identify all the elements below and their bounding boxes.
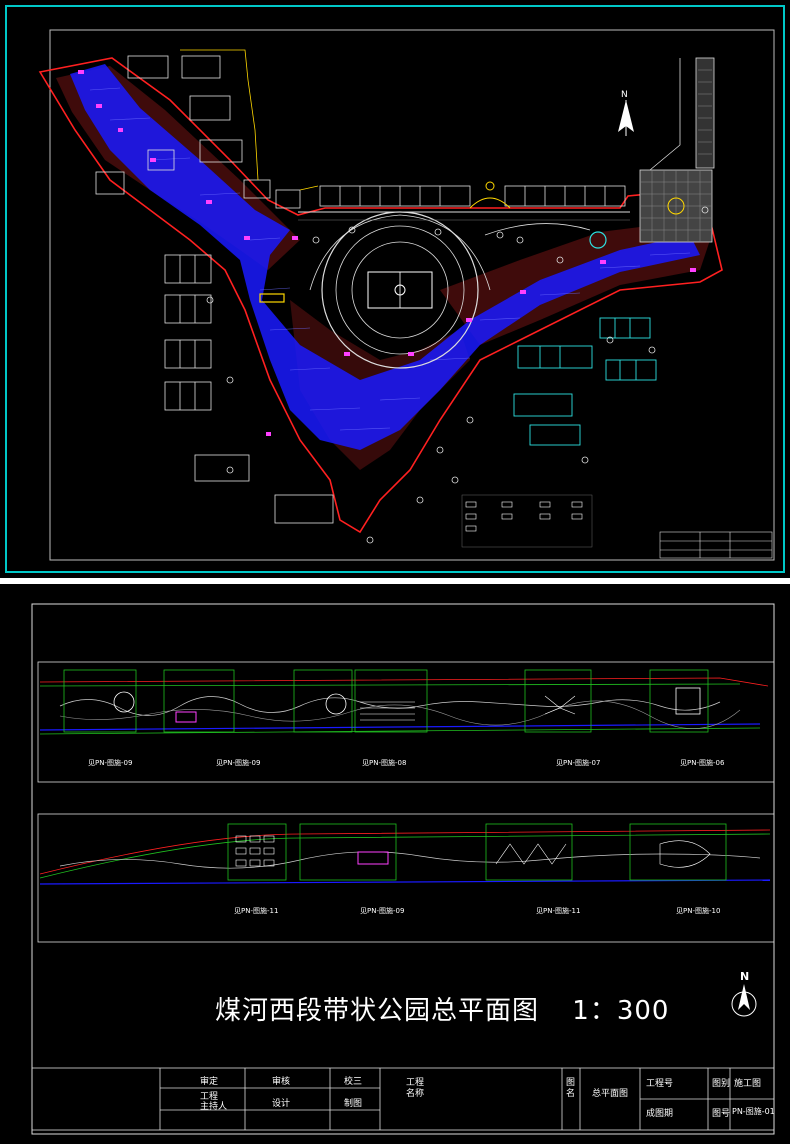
detail-tag: 见PN-图施-11: [234, 907, 279, 915]
detail-tag: 见PN-图施-09: [216, 759, 261, 767]
detail-tag: 见PN-图施-06: [680, 759, 725, 767]
north-label-top: N: [621, 90, 628, 100]
title-block-small: [659, 531, 773, 559]
building-row-north: [319, 185, 626, 207]
tb-tu-ming: 图 名: [566, 1078, 576, 1099]
tb-tu-hao-value: PN-图施-01: [732, 1107, 775, 1116]
tb-tu-bie: 图别: [712, 1079, 731, 1089]
tb-zhi-tu: 制图: [344, 1099, 363, 1109]
tb-drawing-name: 总平面图: [592, 1089, 629, 1099]
drawing-scale: 1：300: [572, 996, 670, 1026]
drawing-title: 煤河西段带状公园总平面图 1：300: [215, 990, 669, 1027]
bridge: [259, 293, 285, 303]
drawing-title-text: 煤河西段带状公园总平面图: [215, 996, 540, 1026]
detail-tag: 见PN-图施-10: [676, 907, 721, 915]
north-label-bottom: N: [740, 970, 750, 983]
tb-shen-ding: 审定: [200, 1077, 219, 1087]
tb-gongcheng-hao: 工程号: [646, 1079, 674, 1089]
tb-she-ji: 设计: [272, 1099, 291, 1109]
tb-shen-he: 审核: [272, 1077, 291, 1087]
master-plan-drawing: N: [5, 5, 785, 573]
detail-tag: 见PN-图施-11: [536, 907, 581, 915]
tb-chengtu-riqi: 成图期: [646, 1109, 674, 1119]
sheet-frame: [31, 603, 775, 1135]
detail-tag: 见PN-图施-08: [362, 759, 407, 767]
detail-tag: 见PN-图施-09: [88, 759, 133, 767]
villas-east: [513, 317, 657, 446]
strip-lower: [37, 813, 775, 943]
tb-fuzeren: 工程 主持人: [200, 1092, 228, 1112]
north-arrow-top: [618, 100, 634, 136]
tb-jiao-dui: 校三: [344, 1077, 363, 1087]
tb-tu-bie-value: 施工图: [734, 1079, 762, 1089]
tb-gongcheng-mingcheng: 工程 名称: [406, 1078, 425, 1099]
legend: [461, 494, 593, 548]
northeast-plaza-grid: [639, 57, 715, 243]
strip-plan-drawing: [31, 603, 775, 1135]
north-arrow-bottom: [731, 984, 757, 1017]
detail-tag: 见PN-图施-09: [360, 907, 405, 915]
strip-plan-panel: 见PN-图施-09 见PN-图施-09 见PN-图施-08 见PN-图施-07 …: [0, 584, 790, 1140]
tb-tu-hao: 图号: [712, 1109, 731, 1119]
master-plan-panel: N: [0, 0, 790, 578]
detail-tag: 见PN-图施-07: [556, 759, 601, 767]
